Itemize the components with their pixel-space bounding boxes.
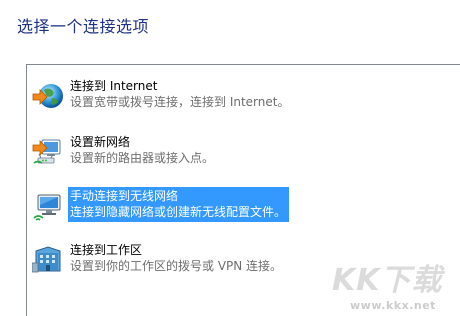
option-title: 设置新网络 <box>70 135 131 149</box>
option-manual-wireless[interactable]: 手动连接到无线网络 连接到隐藏网络或创建新无线配置文件。 <box>32 187 452 223</box>
option-setup-network[interactable]: 设置新网络 设置新的路由器或接入点。 <box>32 133 452 169</box>
option-title: 手动连接到无线网络 <box>70 189 179 203</box>
wireless-monitor-icon <box>33 194 61 221</box>
option-description: 设置宽带或拨号连接，连接到 Internet。 <box>70 95 290 109</box>
option-title: 连接到工作区 <box>70 243 143 257</box>
option-description: 设置到你的工作区的拨号或 VPN 连接。 <box>70 259 283 273</box>
option-description: 连接到隐藏网络或创建新无线配置文件。 <box>70 205 287 219</box>
watermark-url: www.kkx.net <box>350 299 436 312</box>
workplace-building-icon <box>32 246 61 273</box>
option-text: 连接到工作区 设置到你的工作区的拨号或 VPN 连接。 <box>68 241 285 276</box>
option-text: 手动连接到无线网络 连接到隐藏网络或创建新无线配置文件。 <box>68 187 290 222</box>
option-description: 设置新的路由器或接入点。 <box>70 151 215 165</box>
router-setup-icon <box>32 139 61 164</box>
watermark-logo: KK下载 <box>332 263 443 298</box>
page-title: 选择一个连接选项 <box>17 17 150 36</box>
globe-internet-icon <box>32 84 63 108</box>
option-text: 设置新网络 设置新的路由器或接入点。 <box>68 133 217 168</box>
option-text: 连接到 Internet 设置宽带或拨号连接，连接到 Internet。 <box>68 77 292 112</box>
option-connect-internet[interactable]: 连接到 Internet 设置宽带或拨号连接，连接到 Internet。 <box>32 77 452 113</box>
watermark: KK下载 www.kkx.net <box>326 253 456 315</box>
option-title: 连接到 Internet <box>70 79 158 93</box>
